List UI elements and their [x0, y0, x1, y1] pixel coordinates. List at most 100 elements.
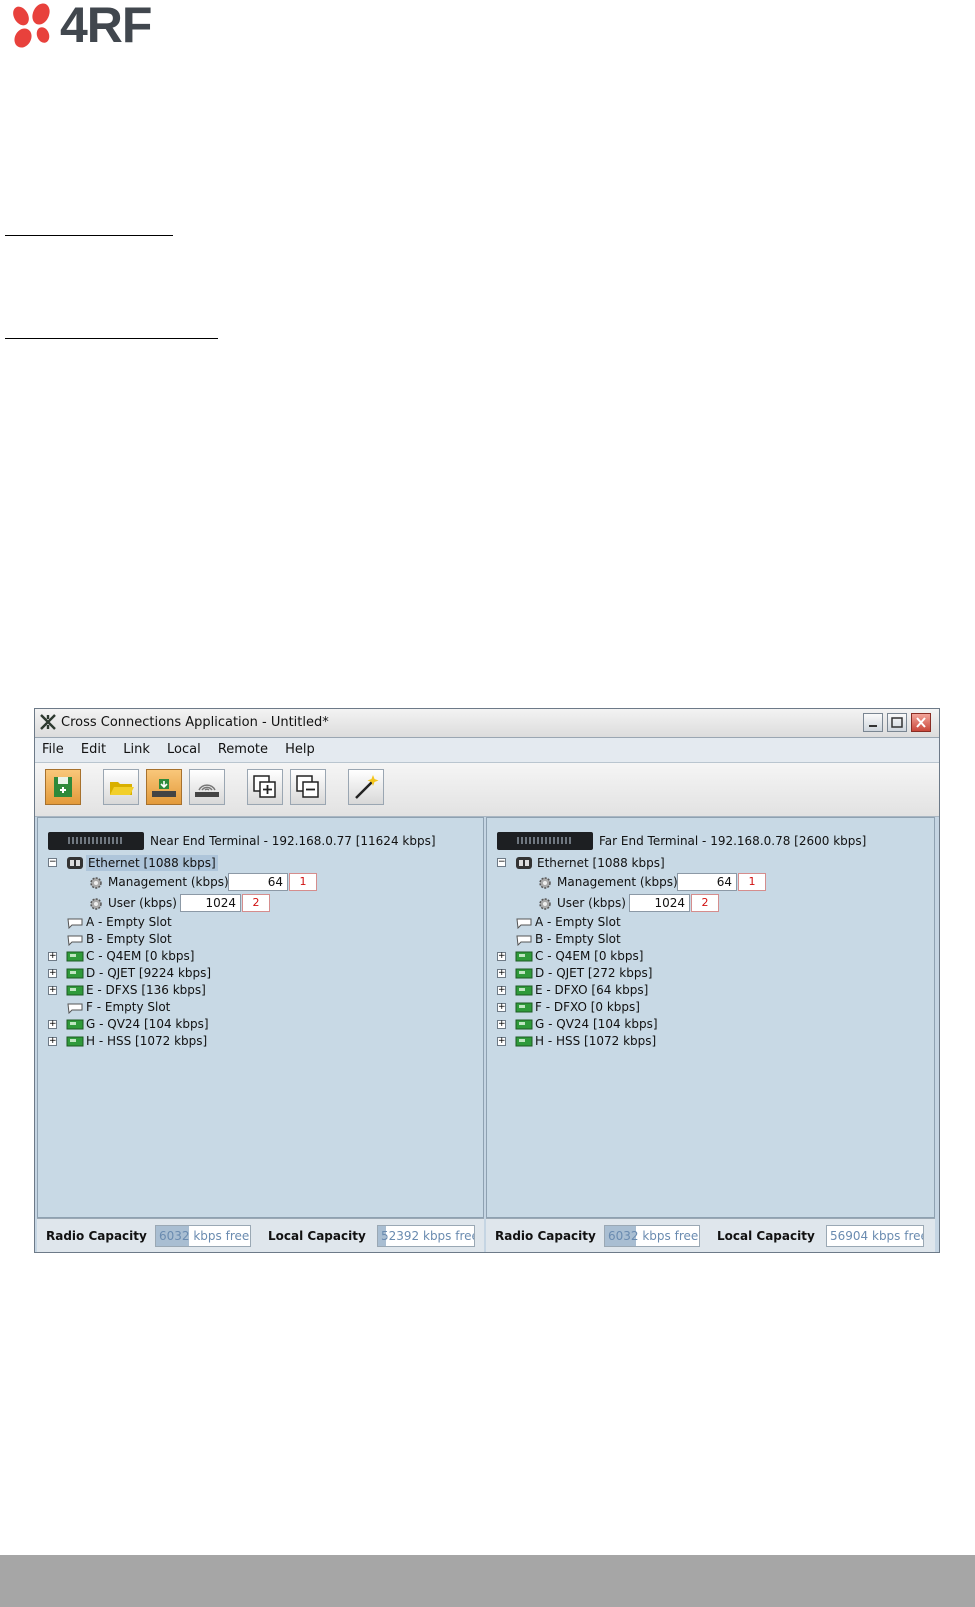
gear-icon — [539, 898, 551, 910]
module-card-icon — [66, 968, 84, 979]
gear-icon — [539, 877, 551, 889]
menu-link[interactable]: Link — [116, 738, 156, 757]
collapse-toggle-icon[interactable]: − — [497, 858, 506, 867]
far-end-tree-pane: Far End Terminal - 192.168.0.78 [2600 kb… — [486, 817, 935, 1218]
toolbar — [35, 763, 939, 817]
menu-edit[interactable]: Edit — [74, 738, 112, 757]
expand-toggle-icon[interactable]: + — [48, 1037, 57, 1046]
module-card-icon — [515, 1002, 533, 1013]
menu-file[interactable]: File — [35, 738, 70, 757]
open-button[interactable] — [103, 769, 139, 805]
send-remote-button[interactable] — [189, 769, 225, 805]
slot-label: G - QV24 [104 kbps] — [535, 1017, 658, 1031]
wizard-wand-icon — [355, 775, 379, 799]
empty-slot-icon — [516, 918, 532, 929]
user-kbps-field[interactable]: 1024 — [180, 894, 241, 912]
management-channel-badge: 1 — [738, 873, 766, 891]
near-capacity-bar: Radio Capacity 6032 kbps free Local Capa… — [37, 1218, 484, 1252]
wizard-button[interactable] — [348, 769, 384, 805]
local-capacity-label: Local Capacity — [717, 1229, 815, 1243]
expand-toggle-icon[interactable]: + — [497, 1037, 506, 1046]
slot-label: F - Empty Slot — [86, 1000, 171, 1014]
radio-capacity-value: 6032 kbps free — [608, 1229, 699, 1243]
expand-all-icon — [253, 775, 276, 798]
user-channel-badge: 2 — [691, 894, 719, 912]
expand-toggle-icon[interactable]: + — [48, 952, 57, 961]
collapse-all-button[interactable] — [290, 769, 326, 805]
expand-toggle-icon[interactable]: + — [48, 969, 57, 978]
expand-toggle-icon[interactable]: + — [48, 986, 57, 995]
cross-connections-window: Cross Connections Application - Untitled… — [34, 708, 940, 1253]
far-end-terminal-label: Far End Terminal - 192.168.0.78 [2600 kb… — [599, 834, 867, 848]
slot-label: H - HSS [1072 kbps] — [535, 1034, 657, 1048]
terminal-device-icon — [497, 832, 593, 850]
management-channel-badge: 1 — [289, 873, 317, 891]
expand-toggle-icon[interactable]: + — [497, 969, 506, 978]
radio-capacity-meter: 6032 kbps free — [604, 1225, 700, 1247]
slot-label: C - Q4EM [0 kbps] — [535, 949, 644, 963]
slot-label: E - DFXO [64 kbps] — [535, 983, 649, 997]
local-capacity-value: 52392 kbps free — [381, 1229, 475, 1243]
slot-label: A - Empty Slot — [86, 915, 172, 929]
open-folder-icon — [110, 782, 134, 795]
expand-all-button[interactable] — [247, 769, 283, 805]
expand-toggle-icon[interactable]: + — [497, 952, 506, 961]
menu-remote[interactable]: Remote — [211, 738, 274, 757]
module-card-icon — [515, 951, 533, 962]
empty-slot-icon — [67, 935, 83, 946]
collapse-toggle-icon[interactable]: − — [48, 858, 57, 867]
underline-rule-2 — [5, 338, 218, 339]
near-end-terminal-label: Near End Terminal - 192.168.0.77 [11624 … — [150, 834, 436, 848]
logo-petals-icon — [13, 3, 50, 48]
save-button[interactable] — [45, 769, 81, 805]
ethernet-label: Ethernet [1088 kbps] — [537, 856, 665, 870]
empty-slot-icon — [67, 1003, 83, 1014]
management-kbps-field[interactable]: 64 — [677, 873, 737, 891]
user-channel-badge: 2 — [242, 894, 270, 912]
expand-toggle-icon[interactable]: + — [497, 986, 506, 995]
module-card-icon — [515, 968, 533, 979]
user-label: User (kbps) — [108, 896, 177, 910]
radio-capacity-value: 6032 kbps free — [159, 1229, 250, 1243]
company-logo: 4RF — [10, 0, 210, 53]
module-card-icon — [515, 985, 533, 996]
slot-label: B - Empty Slot — [86, 932, 172, 946]
close-button[interactable] — [911, 713, 931, 732]
local-capacity-label: Local Capacity — [268, 1229, 366, 1243]
radio-capacity-label: Radio Capacity — [495, 1229, 596, 1243]
expand-toggle-icon[interactable]: + — [497, 1003, 506, 1012]
slot-label: F - DFXO [0 kbps] — [535, 1000, 640, 1014]
slot-label: C - Q4EM [0 kbps] — [86, 949, 195, 963]
near-end-tree-pane: Near End Terminal - 192.168.0.77 [11624 … — [37, 817, 484, 1218]
expand-toggle-icon[interactable]: + — [497, 1020, 506, 1029]
gear-icon — [90, 898, 102, 910]
menu-bar: File Edit Link Local Remote Help — [35, 738, 939, 763]
save-icon — [54, 777, 72, 797]
window-title: Cross Connections Application - Untitled… — [61, 715, 329, 730]
module-card-icon — [66, 951, 84, 962]
collapse-all-icon — [296, 775, 319, 798]
maximize-button[interactable] — [887, 713, 907, 732]
empty-slot-icon — [67, 918, 83, 929]
expand-toggle-icon[interactable]: + — [48, 1020, 57, 1029]
minimize-button[interactable] — [863, 713, 883, 732]
management-kbps-field[interactable]: 64 — [228, 873, 288, 891]
slot-label: A - Empty Slot — [535, 915, 621, 929]
send-local-button[interactable] — [146, 769, 182, 805]
menu-local[interactable]: Local — [160, 738, 207, 757]
user-kbps-field[interactable]: 1024 — [629, 894, 690, 912]
ethernet-icon — [516, 857, 532, 869]
local-capacity-meter: 56904 kbps free — [826, 1225, 924, 1247]
slot-label: B - Empty Slot — [535, 932, 621, 946]
menu-help[interactable]: Help — [278, 738, 321, 757]
local-capacity-value: 56904 kbps free — [830, 1229, 924, 1243]
empty-slot-icon — [516, 935, 532, 946]
ethernet-icon — [67, 857, 83, 869]
slot-label: E - DFXS [136 kbps] — [86, 983, 206, 997]
title-bar[interactable]: Cross Connections Application - Untitled… — [35, 709, 939, 738]
gear-icon — [90, 877, 102, 889]
local-capacity-meter: 52392 kbps free — [377, 1225, 475, 1247]
slot-label: D - QJET [9224 kbps] — [86, 966, 212, 980]
slot-label: G - QV24 [104 kbps] — [86, 1017, 209, 1031]
app-icon — [40, 714, 56, 730]
